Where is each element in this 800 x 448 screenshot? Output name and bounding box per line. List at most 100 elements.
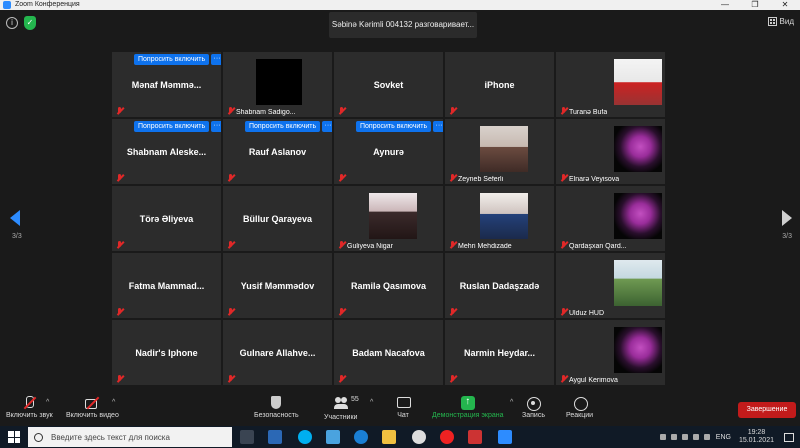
participant-tile[interactable]: Qardaşxan Qard... [556,186,665,251]
participant-label: Zeyneb Seferli [458,176,504,183]
reaction-smiley-icon [573,396,588,411]
view-button[interactable]: Вид [767,17,794,26]
camera-off-icon [85,396,99,410]
participants-count: 55 [351,396,359,403]
muted-mic-icon [449,308,457,316]
reactions-button[interactable]: Реакции [566,396,593,419]
participant-name: Shabnam Aleske... [126,146,207,157]
taskbar-search-box[interactable]: Введите здесь текст для поиска [28,427,232,447]
start-video-button[interactable]: Включить видео [66,396,119,419]
participant-tile[interactable]: Turanə Bufa [556,52,665,117]
participant-tile[interactable]: Nadir's Iphone [112,320,221,385]
participant-tile[interactable]: Guliyeva Nigar [334,186,443,251]
next-page-arrow-icon[interactable] [782,210,792,226]
participant-tile[interactable]: Mehri Mehdizade [445,186,554,251]
maximize-button[interactable]: ❐ [740,0,770,10]
ask-to-unmute-button[interactable]: Попросить включить [134,121,210,132]
participant-tile[interactable]: Попросить включить ··· Shabnam Aleske... [112,119,221,184]
search-icon [34,432,43,442]
muted-mic-icon [227,241,235,249]
participant-tile[interactable]: Aygul Kerimova [556,320,665,385]
view-button-label: Вид [779,17,794,26]
participant-video [614,59,662,105]
file-explorer-icon[interactable] [382,430,396,444]
participant-label: Elnarə Veyisova [569,176,620,183]
more-options-button[interactable]: ··· [322,121,332,132]
participant-name: Nadir's Iphone [135,347,198,358]
participant-tile[interactable]: Попросить включить ··· Mənaf Məmmə... [112,52,221,117]
participant-tile[interactable]: iPhone [445,52,554,117]
participant-name: Aynurə [373,146,404,157]
opera-browser-icon[interactable] [440,430,454,444]
participant-tile[interactable]: Ramilə Qasımova [334,253,443,318]
more-options-button[interactable]: ··· [211,54,221,65]
participant-video [614,327,662,373]
participant-tile[interactable]: Sovket [334,52,443,117]
input-language[interactable]: ENG [716,434,731,441]
close-button[interactable]: ✕ [770,0,800,10]
participant-tile[interactable]: Shabnam Sadigo... [223,52,332,117]
participant-tile[interactable]: Gulnare Allahve... [223,320,332,385]
previous-page-arrow-icon[interactable] [10,210,20,226]
meeting-info-icon[interactable]: i [6,17,18,29]
record-label: Запись [522,412,545,419]
chrome-browser-icon[interactable] [412,430,426,444]
encryption-shield-icon[interactable]: ✓ [24,16,36,30]
share-screen-button[interactable]: Демонстрация экрана [432,395,504,419]
participant-tile[interactable]: Попросить включить ··· Rauf Aslanov [223,119,332,184]
participants-icon [333,396,348,410]
participant-video [614,126,662,172]
skype-icon[interactable] [298,430,312,444]
participant-tile[interactable]: Попросить включить ··· Aynurə [334,119,443,184]
participant-tile[interactable]: Badam Nacafova [334,320,443,385]
participants-button[interactable]: 55 Участники [324,396,359,421]
muted-mic-icon [227,308,235,316]
participant-video [256,59,302,105]
participant-name: Ramilə Qasımova [350,280,427,291]
participant-label: Shabnam Sadigo... [236,109,296,116]
task-view-icon[interactable] [240,430,254,444]
video-options-caret[interactable]: ^ [112,399,115,406]
muted-mic-icon [560,174,568,182]
record-button[interactable]: Запись [522,396,545,419]
tray-icons[interactable] [659,434,710,440]
participant-name: Ruslan Dadaşzadə [459,280,540,291]
app-icon[interactable] [268,430,282,444]
chat-bubble-icon [396,396,411,410]
chat-button[interactable]: Чат [396,396,411,419]
end-meeting-button[interactable]: Завершение [738,402,796,418]
participant-name: Narmin Heydar... [463,347,536,358]
app-icon-2[interactable] [468,430,482,444]
zoom-taskbar-icon[interactable] [498,430,512,444]
participant-name: Mənaf Məmmə... [131,79,202,90]
mail-icon[interactable] [326,430,340,444]
notifications-icon[interactable] [784,432,794,442]
participant-tile[interactable]: Törə Əliyeva [112,186,221,251]
ask-to-unmute-button[interactable]: Попросить включить [245,121,321,132]
participants-options-caret[interactable]: ^ [370,399,373,406]
participant-label: Qardaşxan Qard... [569,243,627,250]
participant-tile[interactable]: Büllur Qarayeva [223,186,332,251]
participant-tile[interactable]: Narmin Heydar... [445,320,554,385]
audio-options-caret[interactable]: ^ [46,399,49,406]
participant-tile[interactable]: Fatma Mammad... [112,253,221,318]
muted-mic-icon [116,107,124,115]
chat-label: Чат [397,412,409,419]
security-button[interactable]: Безопасность [254,396,299,419]
more-options-button[interactable]: ··· [433,121,443,132]
share-options-caret[interactable]: ^ [510,399,513,406]
participant-tile[interactable]: Yusif Məmmədov [223,253,332,318]
active-speaker-banner: Səbinə Kərimli 004132 разговаривает... [329,12,477,38]
ask-to-unmute-button[interactable]: Попросить включить [356,121,432,132]
muted-mic-icon [338,107,346,115]
participant-tile[interactable]: Zeyneb Seferli [445,119,554,184]
participant-tile[interactable]: Ruslan Dadaşzadə [445,253,554,318]
ask-to-unmute-button[interactable]: Попросить включить [134,54,210,65]
more-options-button[interactable]: ··· [211,121,221,132]
minimize-button[interactable]: — [710,0,740,10]
participant-tile[interactable]: Elnarə Veyisova [556,119,665,184]
windows-start-icon[interactable] [8,431,20,443]
system-clock[interactable]: 19:28 15.01.2021 [739,429,774,445]
edge-browser-icon[interactable] [354,430,368,444]
participant-tile[interactable]: Ulduz HUD [556,253,665,318]
